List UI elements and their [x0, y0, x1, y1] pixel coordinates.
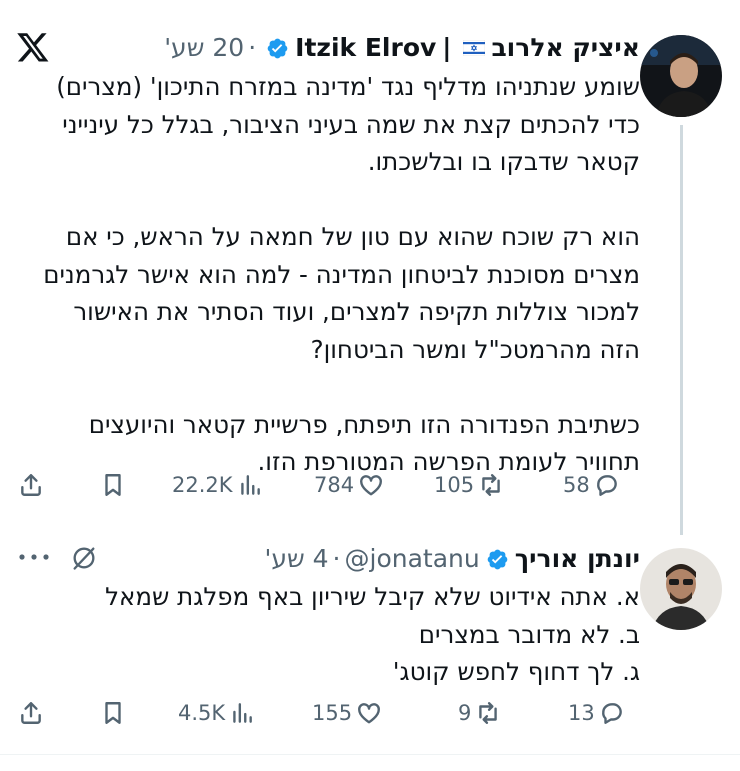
- x-logo-icon[interactable]: [16, 30, 50, 64]
- name-separator: |: [442, 33, 452, 62]
- share-button[interactable]: [18, 472, 44, 498]
- avatar[interactable]: [640, 35, 722, 117]
- like-icon: [360, 475, 383, 496]
- views-icon: [240, 475, 260, 495]
- timestamp[interactable]: 4 שע': [264, 543, 328, 575]
- bottom-divider: [0, 754, 740, 771]
- repost-count: 105: [434, 473, 475, 497]
- header-dot: ·: [248, 33, 257, 62]
- views-count: 22.2K: [172, 473, 233, 497]
- israel-flag-icon: [463, 40, 486, 56]
- reply-button[interactable]: 58: [563, 472, 620, 498]
- tweet-text: שומע שנתניהו מדליף נגד 'מדינה במזרח התיכ…: [43, 68, 640, 481]
- display-name-en[interactable]: Itzik Elrov: [295, 32, 436, 64]
- grok-icon[interactable]: [70, 544, 98, 572]
- bookmark-icon: [105, 702, 121, 724]
- more-icon[interactable]: [18, 549, 50, 565]
- bookmark-button[interactable]: [100, 472, 126, 498]
- timestamp[interactable]: 20 שע': [164, 32, 244, 64]
- verified-icon: [267, 38, 288, 58]
- thread-line: [680, 125, 683, 535]
- avatar[interactable]: [640, 548, 722, 630]
- views-button[interactable]: 4.5K: [178, 700, 255, 726]
- share-icon: [21, 474, 41, 496]
- like-button[interactable]: 155: [312, 700, 382, 726]
- display-name[interactable]: יונתן אוריך: [515, 543, 640, 575]
- tweet-actions: 22.2K 784 105 58: [18, 472, 628, 508]
- tweet-line: למכור צוללות תקיפה למצרים, ועוד הסתיר את…: [73, 297, 640, 326]
- like-count: 784: [314, 473, 355, 497]
- like-count: 155: [312, 701, 353, 725]
- tweet-line: [43, 181, 640, 219]
- tweet-line: ג. לך דחוף לחפש קוטג': [392, 657, 640, 686]
- tweet-line: שומע שנתניהו מדליף נגד 'מדינה במזרח התיכ…: [56, 72, 640, 101]
- like-button[interactable]: 784: [314, 472, 384, 498]
- bookmark-icon: [105, 474, 121, 496]
- reply-icon: [601, 703, 622, 724]
- reply-icon: [596, 475, 617, 496]
- repost-button[interactable]: 9: [458, 700, 501, 726]
- tweet-line: קטאר שדבקו בו ובלשכתו.: [367, 147, 640, 176]
- like-icon: [358, 703, 381, 724]
- tweet-line: כדי להכתים קצת את שמה בעיני הציבור, בגלל…: [62, 109, 640, 139]
- tweet-line: [43, 368, 640, 406]
- header-dot: ·: [332, 544, 341, 573]
- views-button[interactable]: 22.2K: [172, 472, 263, 498]
- tweet-line: ב. לא מדובר במצרים: [418, 619, 640, 649]
- reply-count: 13: [568, 701, 595, 725]
- tweet-line: א. אתה אידיוט שלא קיבל שיריון באף מפלגת …: [105, 582, 640, 611]
- reply-count: 58: [563, 473, 590, 497]
- reply-button[interactable]: 13: [568, 700, 625, 726]
- repost-icon: [482, 474, 500, 496]
- tweet-line: מצרים מסוכנת לביטחון המדינה - למה הוא אי…: [43, 259, 640, 289]
- bookmark-button[interactable]: [100, 700, 126, 726]
- tweet-header: איציק אלרוב | Itzik Elrov · 20 שע': [164, 32, 640, 64]
- tweet-actions: 4.5K 155 9 13: [18, 700, 628, 736]
- share-button[interactable]: [18, 700, 44, 726]
- tweet-line: הזה מהרמטכ"ל ומשר הביטחון?: [310, 334, 640, 364]
- repost-count: 9: [458, 701, 472, 725]
- tweet-text: א. אתה אידיוט שלא קיבל שיריון באף מפלגת …: [105, 578, 640, 691]
- share-icon: [21, 702, 41, 724]
- views-count: 4.5K: [178, 701, 226, 725]
- display-name[interactable]: איציק אלרוב: [491, 32, 640, 64]
- tweet-header: יונתן אוריך @jonatanu · 4 שע': [264, 543, 640, 575]
- tweet-line: הוא רק שוכח שהוא עם טון של חמאה על הראש,…: [65, 222, 640, 251]
- repost-button[interactable]: 105: [434, 472, 504, 498]
- views-icon: [233, 703, 253, 723]
- handle[interactable]: @jonatanu: [345, 543, 480, 575]
- verified-icon: [487, 549, 508, 569]
- repost-icon: [479, 702, 498, 724]
- tweet-line: כשתיבת הפנדורה הזו תיפתח, פרשיית קטאר וה…: [88, 409, 640, 439]
